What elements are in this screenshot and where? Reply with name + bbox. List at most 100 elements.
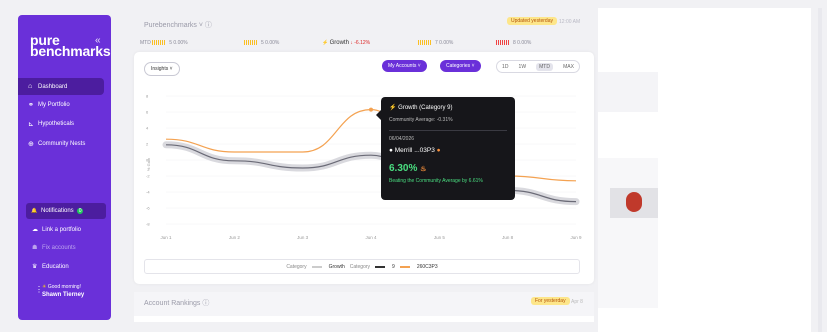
brand-line2: benchmarks — [30, 43, 111, 59]
x-tick-label: Jun 2 — [229, 235, 241, 240]
y-tick-label: -6 — [146, 206, 150, 211]
range-selector: 1D 1W MTD MAX — [496, 60, 580, 73]
chart-icon: ⊾ — [28, 120, 34, 128]
sidebar-item-label: My Portfolio — [38, 101, 70, 108]
sidebar-item-community-nests[interactable]: ⊕ Community Nests — [18, 135, 104, 152]
background-window — [598, 8, 811, 332]
education-icon: ♛ — [32, 264, 38, 270]
page-title: Purebenchmarks ˅ ⓘ — [144, 22, 212, 29]
tooltip-title: Growth (Category 9) — [398, 105, 453, 111]
tooltip-date: 06/04/2026 — [389, 136, 415, 142]
x-tick-label: Jun 1 — [160, 235, 172, 240]
performance-card: Insights ˅ My Accounts ˅ Categories ˅ 1D… — [134, 52, 594, 284]
rankings-badge: For yesterday — [531, 297, 570, 305]
legend-swatch — [375, 265, 386, 268]
stat-item-growth[interactable]: ⚡ Growth ↓ -6.12% — [322, 40, 370, 46]
y-tick-label: 4 — [146, 126, 149, 131]
user-greeting[interactable]: ☀ Good morning! Shawn Tierney — [42, 283, 84, 299]
sidebar: pure benchmarks « ⌂ Dashboard ⚭ My Portf… — [18, 15, 111, 320]
y-tick-label: 8 — [146, 94, 149, 99]
x-tick-label: Jun 9 — [570, 235, 582, 240]
chevron-down-icon: ˅ — [471, 63, 475, 69]
account-icon: ● — [389, 147, 393, 154]
section-title: Account Rankings ⓘ — [144, 300, 210, 307]
info-icon: ⓘ — [202, 300, 210, 307]
fix-accounts-button[interactable]: ☗ Fix accounts — [32, 244, 76, 252]
link-portfolio-label: Link a portfolio — [42, 226, 82, 233]
y-tick-label: 2 — [146, 142, 149, 147]
down-arrow-icon: ↓ — [350, 40, 353, 46]
fire-icon: ♨ — [420, 166, 427, 173]
x-tick-label: Jun 3 — [297, 235, 309, 240]
sidebar-item-label: Community Nests — [38, 140, 86, 147]
x-tick-label: Jun 4 — [365, 235, 377, 240]
updated-badge: Updated yesterday — [507, 17, 557, 25]
user-name: Shawn Tierney — [42, 292, 85, 298]
y-tick-label: 0 — [146, 158, 149, 163]
chevron-down-icon: ˅ — [417, 63, 421, 69]
stat-item[interactable]: 7 0.00% — [418, 40, 453, 46]
hover-point — [369, 107, 373, 112]
bars-icon — [244, 40, 258, 46]
notifications-button[interactable]: 🔔 Notifications 0 — [26, 203, 106, 219]
range-max[interactable]: MAX — [563, 64, 574, 70]
range-1d[interactable]: 1D — [502, 64, 508, 70]
notifications-label: Notifications — [41, 208, 74, 214]
categories-dropdown[interactable]: Categories ˅ — [440, 60, 481, 72]
stat-item[interactable]: 8 0.00% — [496, 40, 531, 46]
legend-swatch — [399, 265, 410, 268]
y-tick-label: -8 — [146, 222, 150, 227]
range-1w[interactable]: 1W — [519, 64, 527, 70]
link-portfolio-button[interactable]: ☁ Link a portfolio — [32, 226, 82, 234]
sidebar-item-dashboard[interactable]: ⌂ Dashboard — [18, 78, 104, 95]
education-label: Education — [42, 263, 69, 270]
updated-time: 12:00 AM — [559, 19, 581, 25]
wrench-icon: ☗ — [32, 245, 38, 251]
stat-item[interactable]: MTD 5 0.00% — [140, 40, 188, 46]
collapse-sidebar-icon[interactable]: « — [95, 35, 101, 46]
range-mtd[interactable]: MTD — [536, 62, 553, 71]
legend-swatch — [311, 265, 322, 268]
info-icon: ⓘ — [204, 22, 212, 29]
greeting-text: Good morning! — [47, 284, 81, 290]
stats-row: MTD 5 0.00% 5 0.00% ⚡ Growth ↓ -6.12% 7 … — [136, 36, 592, 50]
tooltip-account: Merrill ...03P3 — [394, 147, 435, 154]
lightning-icon: ⚡ — [322, 40, 329, 46]
tooltip-percent: 6.30% — [389, 163, 418, 174]
bars-icon — [418, 40, 432, 46]
chart-tooltip: ⚡ Growth (Category 9) Community Average:… — [381, 97, 515, 200]
stat-item[interactable]: 5 0.00% — [244, 40, 279, 46]
tooltip-community-average: Community Average: -0.31% — [389, 117, 453, 123]
bars-icon — [496, 40, 510, 46]
home-icon: ⌂ — [28, 83, 33, 90]
education-button[interactable]: ♛ Education — [32, 263, 69, 271]
sidebar-item-label: Hypotheticals — [38, 120, 75, 127]
insights-dropdown[interactable]: Insights ˅ — [144, 62, 180, 76]
users-icon: ⚭ — [28, 101, 34, 109]
tooltip-beat-text: Beating the Community Average by 6.61% — [389, 178, 483, 184]
benchmark-header: Purebenchmarks ˅ ⓘ Updated yesterday 12:… — [134, 15, 594, 33]
avatar — [610, 188, 658, 218]
y-tick-label: 6 — [146, 110, 149, 115]
performance-chart[interactable]: 8 6 4 2 0 -2 -4 -6 -8 Jun 1 Jun 2 Jun 3 Jun 4 Jun 5 Ju… — [134, 90, 594, 250]
sidebar-item-label: Dashboard — [38, 83, 68, 90]
x-tick-label: Jun 5 — [434, 235, 446, 240]
lightning-icon: ⚡ — [389, 105, 397, 111]
chevron-down-icon: ˅ — [169, 66, 173, 72]
x-tick-label: Jun 8 — [502, 235, 514, 240]
account-rankings-section: Account Rankings ⓘ For yesterday Apr 8 — [134, 292, 594, 322]
bell-icon: 🔔 — [31, 208, 38, 214]
fix-accounts-label: Fix accounts — [42, 244, 76, 251]
bars-icon — [152, 40, 167, 46]
scrollbar[interactable] — [818, 8, 822, 332]
rankings-time: Apr 8 — [571, 299, 583, 305]
y-tick-label: -2 — [146, 174, 150, 179]
fire-icon: ● — [436, 147, 441, 154]
chart-legend: Category Growth Category 9 260C3P3 — [144, 259, 580, 274]
sidebar-item-hypotheticals[interactable]: ⊾ Hypotheticals — [18, 115, 104, 132]
y-tick-label: -4 — [146, 190, 150, 195]
my-accounts-dropdown[interactable]: My Accounts ˅ — [382, 60, 427, 72]
sidebar-item-portfolio[interactable]: ⚭ My Portfolio — [18, 96, 104, 113]
link-icon: ☁ — [32, 227, 38, 233]
notifications-count-badge: 0 — [76, 208, 84, 214]
